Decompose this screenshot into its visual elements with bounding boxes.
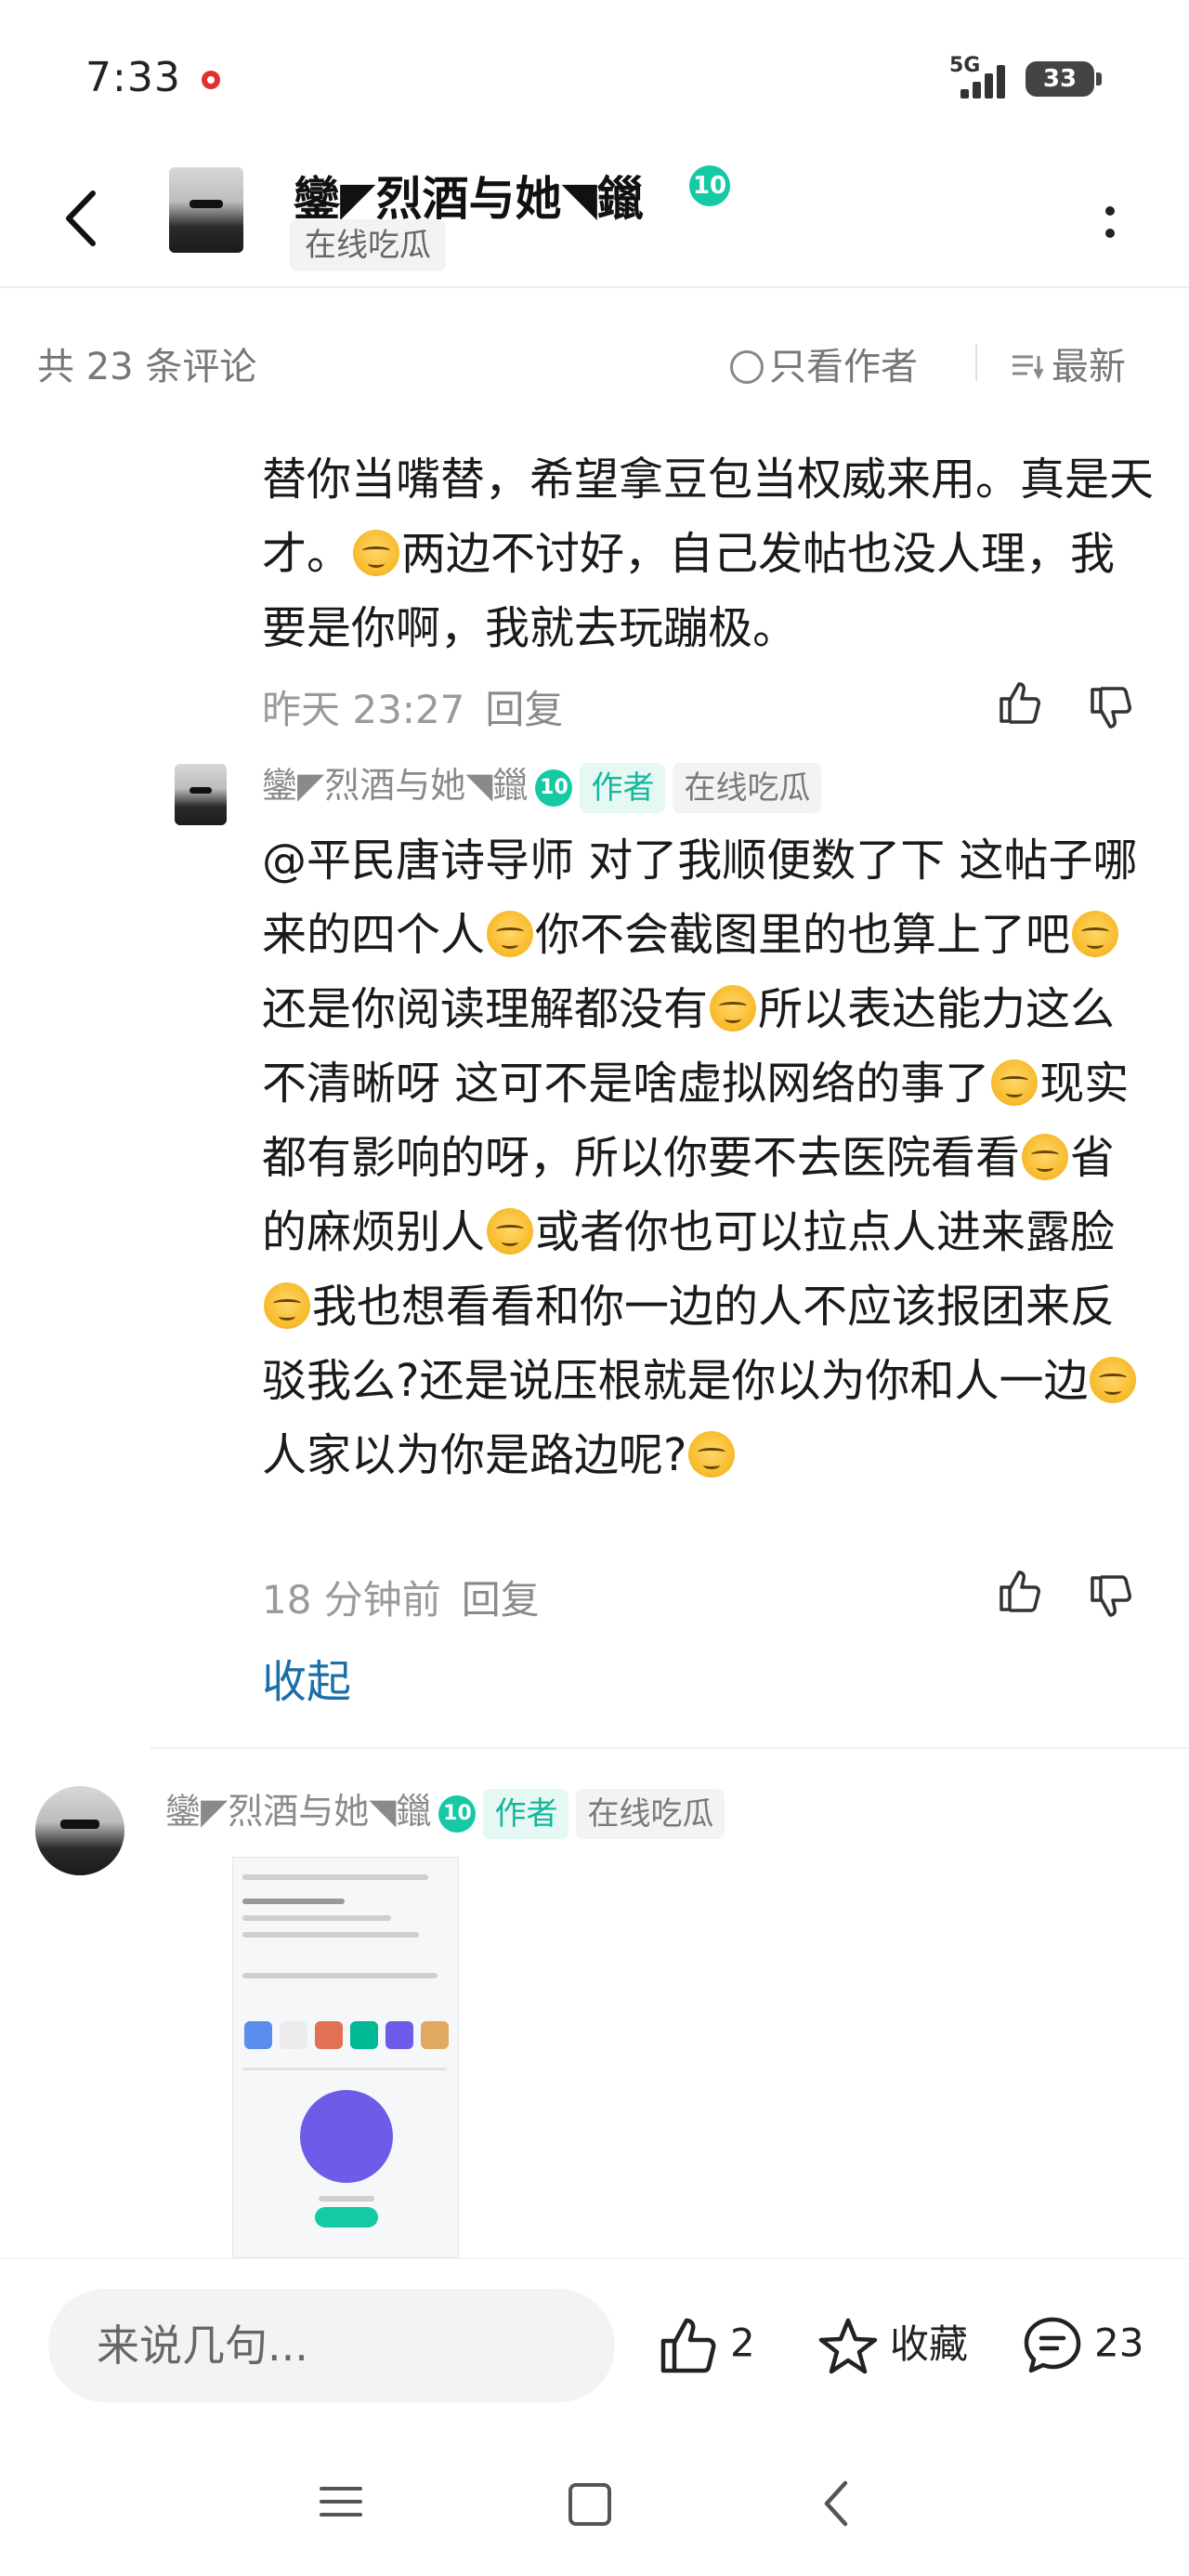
like-count: 2 (730, 2320, 755, 2366)
level-badge: 10 (689, 165, 730, 206)
reply-text-part: 还是你阅读理解都没有 (262, 983, 709, 1035)
comment-user-row: 鑾◤烈酒与她◥鑞 10 作者 在线吃瓜 (165, 1782, 725, 1839)
author-status-tag: 在线吃瓜 (290, 219, 446, 271)
reply-meta: 18 分钟前 回复 (262, 1569, 540, 1625)
emoji-icon (264, 1282, 310, 1329)
comment-username[interactable]: 鑾◤烈酒与她◥鑞 (165, 1791, 431, 1832)
star-icon (818, 2318, 878, 2373)
author-avatar[interactable] (169, 167, 243, 253)
back-arrow-icon[interactable] (58, 186, 104, 251)
emoji-icon (487, 911, 534, 957)
level-badge: 10 (438, 1794, 477, 1833)
divider (0, 286, 1189, 288)
reply-time: 昨天 23:27 (262, 687, 465, 732)
reply-text: @平民唐诗导师 对了我顺便数了下 这帖子哪来的四个人 你不会截图里的也算上了吧还是… (262, 823, 1154, 1492)
thumbs-up-icon (660, 2318, 716, 2373)
thumbs-down-icon[interactable] (1087, 1572, 1135, 1621)
comment-screenshot-image[interactable] (232, 1857, 459, 2258)
reply-avatar[interactable] (175, 764, 227, 825)
emoji-icon (710, 985, 757, 1032)
reply-text-part: 你不会截图里的也算上了吧 (535, 909, 1071, 961)
comment-list: 替你当嘴替，希望拿豆包当权威来用。真是天才。 两边不讨好，自己发帖也没人理，我要是… (0, 409, 1189, 2258)
reply-text-part: 我也想看看和你一边的人不应该报团来反驳我么?还是说压根就是你以为你和人一边 (262, 1281, 1116, 1407)
status-bar: 7:33 5G 33 (0, 0, 1189, 149)
level-badge: 10 (535, 769, 573, 807)
emoji-icon (1090, 1357, 1137, 1403)
divider (975, 344, 977, 381)
emoji-icon (688, 1431, 736, 1478)
thumbs-up-icon[interactable] (996, 678, 1044, 727)
comment-avatar[interactable] (35, 1786, 124, 1875)
divider (150, 1747, 1189, 1749)
comment-bubble-icon (1024, 2317, 1081, 2373)
thumbs-down-icon[interactable] (1087, 684, 1135, 732)
battery-icon: 33 (1026, 61, 1102, 97)
comment-count: 共 23 条评论 (37, 346, 257, 388)
reply-button[interactable]: 回复 (462, 1577, 540, 1623)
status-tag: 在线吃瓜 (673, 762, 822, 813)
system-navigation-bar (0, 2435, 1189, 2576)
reply-button[interactable]: 回复 (485, 687, 563, 732)
bottom-action-bar: 来说几句... 2 收藏 23 (0, 2258, 1189, 2435)
author-tag: 作者 (483, 1788, 569, 1839)
signal-icon (957, 61, 1013, 99)
author-only-label: 只看作者 (769, 346, 918, 388)
thumbs-up-icon[interactable] (996, 1567, 1044, 1615)
emoji-icon (1022, 1134, 1069, 1180)
reply-text: 替你当嘴替，希望拿豆包当权威来用。真是天才。 两边不讨好，自己发帖也没人理，我要是… (262, 409, 1154, 665)
recording-indicator-icon (202, 71, 220, 89)
status-tag: 在线吃瓜 (576, 1788, 725, 1839)
status-time: 7:33 (85, 54, 181, 101)
emoji-icon (487, 1208, 534, 1255)
comment-input[interactable]: 来说几句... (48, 2289, 615, 2402)
emoji-icon (1072, 911, 1119, 957)
comment-count-label: 23 (1094, 2320, 1144, 2366)
author-only-toggle[interactable]: 只看作者 (730, 336, 918, 390)
radio-circle-icon (730, 350, 764, 384)
author-tag: 作者 (580, 762, 666, 813)
more-options-icon[interactable] (1096, 195, 1124, 251)
emoji-icon (353, 530, 400, 576)
favorite-label: 收藏 (890, 2321, 969, 2367)
nav-back-icon[interactable] (817, 2477, 855, 2530)
sort-label: 最新 (1052, 346, 1126, 388)
emoji-icon (991, 1059, 1039, 1106)
recent-apps-icon[interactable] (320, 2479, 366, 2526)
favorite-button[interactable]: 收藏 (816, 2313, 968, 2380)
reply-meta: 昨天 23:27 回复 (262, 678, 563, 735)
post-header: 鑾◤烈酒与她◥鑞 10 在线吃瓜 (0, 149, 1189, 288)
collapse-replies-button[interactable]: 收起 (262, 1645, 351, 1710)
comments-button[interactable]: 23 (1020, 2313, 1143, 2378)
sort-icon (1013, 355, 1044, 380)
home-icon[interactable] (568, 2483, 611, 2526)
reply-time: 18 分钟前 (262, 1577, 441, 1623)
sort-button[interactable]: 最新 (1011, 336, 1126, 390)
reply-user-row: 鑾◤烈酒与她◥鑞 10 作者 在线吃瓜 (262, 756, 822, 813)
reply-text-part: 人家以为你是路边呢? (262, 1429, 687, 1481)
reply-username[interactable]: 鑾◤烈酒与她◥鑞 (262, 765, 528, 806)
like-button[interactable]: 2 (656, 2313, 755, 2378)
reply-text-part: 或者你也可以拉点人进来露脸 (535, 1206, 1116, 1258)
